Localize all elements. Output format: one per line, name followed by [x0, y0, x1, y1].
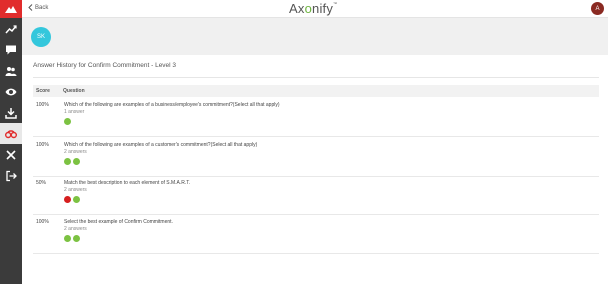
tools-icon[interactable] [0, 144, 22, 165]
logout-icon[interactable] [0, 165, 22, 186]
column-header-score: Score [36, 88, 50, 94]
correct-answer-dot [64, 235, 71, 242]
answer-count: 2 answers [64, 149, 87, 155]
correct-answer-dot [73, 235, 80, 242]
correct-answer-dot [64, 158, 71, 165]
chat-icon[interactable] [0, 39, 22, 60]
incorrect-answer-dot [64, 196, 71, 203]
sidebar [0, 0, 22, 284]
mountain-logo-icon[interactable] [0, 0, 22, 18]
score-value: 50% [36, 180, 47, 186]
trending-icon[interactable] [0, 18, 22, 39]
answer-count: 2 answers [64, 226, 87, 232]
question-text: Select the best example of Confirm Commi… [64, 219, 173, 225]
table-header: Score Question [33, 85, 599, 97]
profile-avatar: SK [31, 27, 51, 47]
back-link[interactable]: Back [28, 4, 48, 11]
table-row: 100% Which of the following are examples… [33, 98, 599, 137]
correct-answer-dot [73, 196, 80, 203]
table-row: 50% Match the best description to each e… [33, 176, 599, 215]
people-icon[interactable] [0, 60, 22, 81]
brand-logo: Axonify™ [289, 1, 338, 16]
column-header-question: Question [63, 88, 85, 94]
eye-icon[interactable] [0, 81, 22, 102]
correct-answer-dot [73, 158, 80, 165]
divider [33, 77, 599, 78]
answer-count: 1 answer [64, 109, 85, 115]
binoculars-icon[interactable] [0, 123, 22, 144]
question-text: Match the best description to each eleme… [64, 180, 191, 186]
correct-answer-dot [64, 118, 71, 125]
back-label: Back [35, 4, 49, 11]
question-text: Which of the following are examples of a… [64, 102, 280, 108]
score-value: 100% [36, 142, 49, 148]
answer-count: 2 answers [64, 187, 87, 193]
answer-results [64, 235, 80, 242]
chevron-left-icon [28, 4, 33, 11]
table-row: 100% Which of the following are examples… [33, 138, 599, 177]
download-icon[interactable] [0, 102, 22, 123]
answer-results [64, 118, 71, 125]
profile-band: SK [22, 18, 608, 55]
score-value: 100% [36, 102, 49, 108]
answer-results [64, 196, 80, 203]
table-row: 100% Select the best example of Confirm … [33, 215, 599, 254]
user-avatar[interactable]: A [591, 2, 604, 15]
question-text: Which of the following are examples of a… [64, 142, 258, 148]
answer-results [64, 158, 80, 165]
top-header: Back Axonify™ A [22, 0, 608, 18]
score-value: 100% [36, 219, 49, 225]
page-title: Answer History for Confirm Commitment - … [33, 62, 177, 69]
